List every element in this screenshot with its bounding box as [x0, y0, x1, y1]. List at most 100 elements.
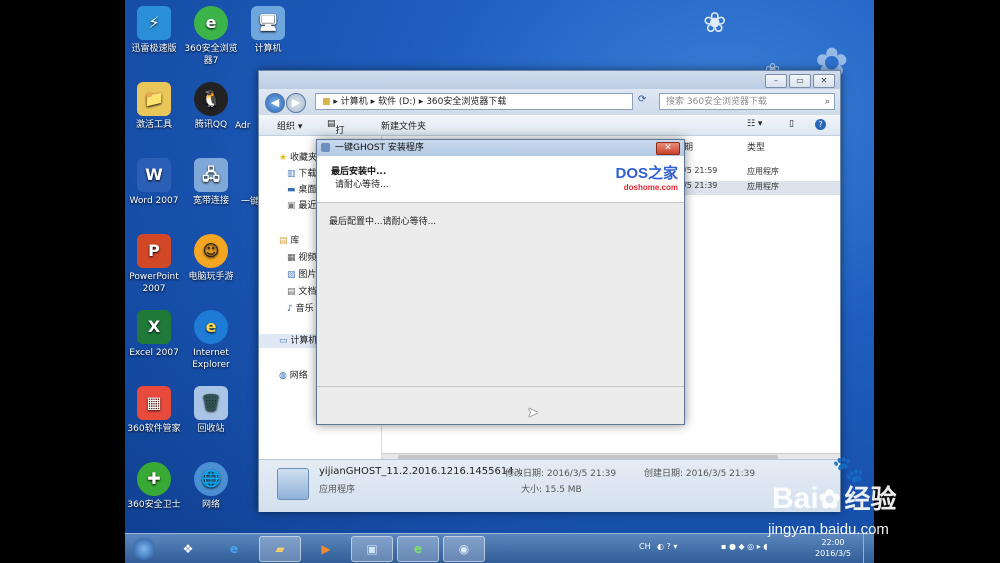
- desktop-icon-excel[interactable]: X Excel 2007: [125, 310, 183, 359]
- desktop-icon-label: 宽带连接: [192, 196, 229, 206]
- dialog-titlebar[interactable]: 一键GHOST 安装程序 ✕: [317, 140, 684, 156]
- search-placeholder: 搜索 360安全浏览器下载: [666, 97, 768, 107]
- nav-network[interactable]: ◍ 网络: [279, 368, 308, 381]
- brand-main: DOS之家: [615, 165, 678, 182]
- details-modified: 修改日期: 2016/3/5 21:39: [505, 469, 617, 479]
- desktop-icon-360guard[interactable]: ✚ 360安全卫士: [125, 462, 183, 511]
- tray-icons[interactable]: ▪ ● ◆ ◎ ▸ ◖: [721, 542, 767, 551]
- taskbar-ie[interactable]: e: [213, 536, 255, 562]
- colorful-app-icon: ❖: [182, 542, 194, 556]
- nav-favorites[interactable]: ★ 收藏夹: [279, 150, 317, 163]
- nav-documents[interactable]: ▤ 文档: [287, 284, 316, 297]
- desktop-icon-label: Word 2007: [129, 196, 179, 206]
- nav-downloads[interactable]: ▥ 下载: [287, 166, 316, 179]
- desktop-icon-label: 迅雷极速版: [131, 44, 177, 54]
- desktop-icon: ▬: [287, 185, 296, 195]
- nav-recent[interactable]: ▣ 最近: [287, 198, 316, 211]
- taskbar-360-suite[interactable]: ❖: [167, 536, 209, 562]
- taskbar-explorer[interactable]: ▰: [259, 536, 301, 562]
- desktop-icon-computer[interactable]: 🖥 计算机: [239, 6, 297, 55]
- desktop-icon-recycle-bin[interactable]: 🗑 回收站: [182, 386, 240, 435]
- view-options-icon[interactable]: ☷ ▾: [747, 119, 762, 129]
- desktop-icon-partial-adr[interactable]: Adr: [235, 120, 255, 132]
- breadcrumb-drive[interactable]: ▸ 软件 (D:): [371, 97, 416, 107]
- desktop-icon-activator[interactable]: 📁 激活工具: [125, 82, 183, 131]
- music-icon: ♪: [287, 304, 293, 314]
- mobile-games-icon: ☺: [194, 234, 228, 268]
- open-button[interactable]: ▤ 打开: [327, 119, 345, 149]
- column-header-date[interactable]: 期: [684, 140, 693, 153]
- taskbar-360-browser[interactable]: e: [397, 536, 439, 562]
- minimize-button[interactable]: –: [765, 74, 787, 88]
- desktop-icon-360browser[interactable]: e 360安全浏览器7: [182, 6, 240, 67]
- nav-videos[interactable]: ▦ 视频: [287, 250, 316, 263]
- breadcrumb-folder[interactable]: ▸ 360安全浏览器下载: [419, 97, 507, 107]
- organize-button[interactable]: 组织 ▾: [277, 119, 302, 132]
- breadcrumb-label: 360安全浏览器下载: [426, 97, 507, 107]
- column-header-type[interactable]: 类型: [747, 140, 765, 153]
- dialog-header: 最后安装中... 请耐心等待... DOS之家 doshome.com: [317, 156, 684, 203]
- details-pane: yijianGHOST_11.2.2016.1216.1455614... 修改…: [259, 459, 840, 512]
- watermark-url: jingyan.baidu.com: [768, 521, 889, 538]
- desktop-icon-360soft[interactable]: ▦ 360软件管家: [125, 386, 183, 435]
- address-input[interactable]: ■ ▸ 计算机 ▸ 软件 (D:) ▸ 360安全浏览器下载: [315, 93, 633, 110]
- app-icon: [321, 143, 330, 152]
- row-date: /5 21:59: [684, 166, 718, 175]
- desktop-icon-label: PowerPoint 2007: [129, 272, 179, 294]
- help-icon[interactable]: ?: [815, 119, 826, 130]
- close-button[interactable]: ✕: [656, 142, 680, 155]
- start-button[interactable]: [127, 536, 161, 562]
- row-type: 应用程序: [747, 182, 779, 191]
- back-button[interactable]: ◀: [265, 93, 285, 113]
- desktop-icon-label: 网络: [201, 500, 220, 510]
- watermark-du-paw: ✿: [818, 484, 841, 514]
- watermark-brand: Bai✿ 经验: [772, 479, 897, 516]
- ime-indicator[interactable]: CH: [639, 542, 651, 551]
- network-icon: ◍: [279, 371, 287, 381]
- nav-desktop[interactable]: ▬ 桌面: [287, 182, 316, 195]
- nav-label: 网络: [289, 371, 308, 381]
- flower-decoration: ❀: [703, 6, 727, 39]
- desktop-icon-label: 360安全浏览器7: [184, 44, 238, 66]
- taskbar-installer[interactable]: ▣: [351, 536, 393, 562]
- mouse-cursor-icon: ➤: [527, 405, 539, 421]
- windows-logo-icon: [133, 538, 155, 560]
- desktop-icon-ie[interactable]: e Internet Explorer: [182, 310, 240, 371]
- nav-libraries[interactable]: ▤ 库: [279, 233, 299, 246]
- desktop-icon-xunlei[interactable]: ⚡ 迅雷极速版: [125, 6, 183, 55]
- installer-icon: ▣: [366, 542, 378, 556]
- desktop-icon-qq[interactable]: 🐧 腾讯QQ: [182, 82, 240, 131]
- desktop-icon-powerpoint[interactable]: P PowerPoint 2007: [125, 234, 183, 295]
- nav-pictures[interactable]: ▧ 图片: [287, 267, 316, 280]
- internet-explorer-icon: e: [194, 310, 228, 344]
- explorer-toolbar: 组织 ▾ ▤ 打开 新建文件夹 ☷ ▾ ▯ ?: [259, 115, 840, 149]
- preview-pane-icon[interactable]: ▯: [789, 119, 794, 129]
- nav-label: 最近: [298, 201, 317, 211]
- qq-icon: 🐧: [194, 82, 228, 116]
- breadcrumb-computer[interactable]: ▸ 计算机: [333, 97, 367, 107]
- computer-icon: 🖥: [251, 6, 285, 40]
- row-date: /5 21:39: [684, 181, 718, 190]
- watermark-brand-text: Bai: [772, 482, 819, 515]
- search-icon: ⌕: [824, 97, 830, 107]
- refresh-button[interactable]: ⟳: [638, 94, 646, 105]
- explorer-titlebar[interactable]: – ▭ ✕: [259, 71, 840, 89]
- desktop-icon-broadband[interactable]: 🖧 宽带连接: [182, 158, 240, 207]
- dos-home-logo: DOS之家 doshome.com: [615, 162, 678, 192]
- ime-options-icon[interactable]: ◐ ? ▾: [657, 542, 677, 551]
- new-folder-button[interactable]: 新建文件夹: [381, 119, 426, 132]
- word-icon: W: [137, 158, 171, 192]
- nav-label: 计算机: [290, 336, 318, 346]
- forward-button[interactable]: ▶: [286, 93, 306, 113]
- desktop-icon-mobile-games[interactable]: ☺ 电脑玩手游: [182, 234, 240, 283]
- desktop-icon-word[interactable]: W Word 2007: [125, 158, 183, 207]
- nav-music[interactable]: ♪ 音乐: [287, 301, 314, 314]
- search-input[interactable]: 搜索 360安全浏览器下载 ⌕: [659, 93, 835, 110]
- close-button[interactable]: ✕: [813, 74, 835, 88]
- desktop-icon-network[interactable]: 🌐 网络: [182, 462, 240, 511]
- taskbar-media-player[interactable]: ▶: [305, 536, 347, 562]
- video-icon: ▦: [287, 253, 296, 263]
- taskbar-ghost[interactable]: ◉: [443, 536, 485, 562]
- software-manager-icon: ▦: [137, 386, 171, 420]
- maximize-button[interactable]: ▭: [789, 74, 811, 88]
